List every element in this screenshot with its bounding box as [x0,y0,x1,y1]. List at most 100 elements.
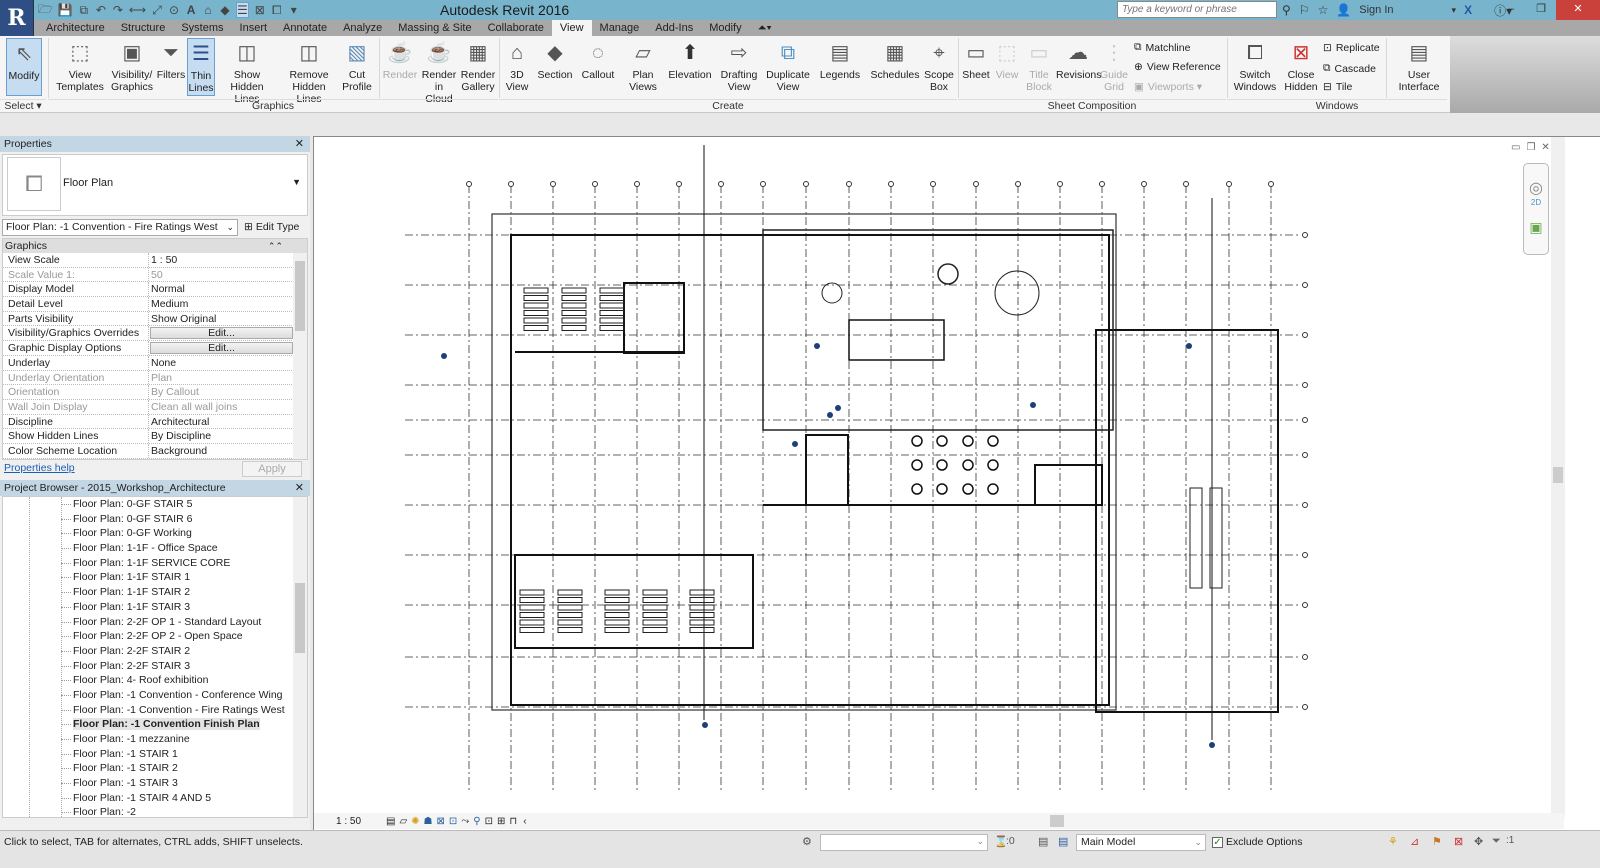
exchange-apps-icon[interactable]: X [1464,3,1472,17]
active-design-option-icon[interactable]: ▤ [1058,835,1068,848]
browser-item[interactable]: Floor Plan: 1-1F - Office Space [3,541,307,556]
scroll-left-icon[interactable]: ‹ [523,816,526,827]
minimize-view-icon[interactable]: ▭ [1511,142,1520,153]
sun-path-icon[interactable]: ✺ [411,816,419,827]
browser-item[interactable]: Floor Plan: -1 mezzanine [3,732,307,747]
close-hidden-button[interactable]: ⊠ Close Hidden [1282,38,1320,96]
detail-level-icon[interactable]: ▤ [386,816,395,827]
edit-type-button[interactable]: ⊞ Edit Type [244,221,299,233]
select-panel-label[interactable]: Select ▾ [0,99,46,112]
worksets-icon[interactable]: ⚙ [802,835,812,848]
browser-item[interactable]: Floor Plan: 0-GF STAIR 5 [3,497,307,512]
filter-icon[interactable]: ⏷ [1492,835,1501,848]
browser-item[interactable]: Floor Plan: -1 Convention Finish Plan [3,717,307,732]
browser-item[interactable]: Floor Plan: 2-2F STAIR 3 [3,659,307,674]
select-underlay-icon[interactable]: ⊿ [1410,835,1419,848]
thin-lines-icon[interactable]: ☰ [236,2,249,18]
property-row[interactable]: Discipline Architectural [3,414,294,430]
duplicate-view-button[interactable]: ⧉ Duplicate View [764,38,812,96]
save-icon[interactable]: 💾 [58,3,73,17]
property-row[interactable]: Underlay None [3,355,294,371]
3d-view-icon[interactable]: ⌂ [202,3,214,17]
property-row[interactable]: Parts Visibility Show Original [3,311,294,327]
property-row[interactable]: Wall Join Display Clean all wall joins [3,399,294,415]
matchline-button[interactable]: ⧉ Matchline [1134,41,1190,54]
tab-add-ins[interactable]: Add-Ins [647,20,701,36]
visual-style-icon[interactable]: ▱ [399,816,407,827]
favorites-icon[interactable]: ☆ [1318,3,1329,17]
property-row[interactable]: Orientation By Callout [3,385,294,400]
crop-view-icon[interactable]: ⊡ [449,816,457,827]
callout-button[interactable]: ◌ Callout [580,38,616,96]
dimension-icon[interactable]: ⤢ [151,3,163,18]
subscription-icon[interactable]: ⚐ [1299,3,1310,17]
close-button[interactable]: ✕ [1556,0,1600,20]
open-icon[interactable]: 🗁 [38,0,53,21]
property-value[interactable]: Normal [149,282,294,296]
zoom-region-icon[interactable]: ▣ [1524,219,1548,236]
property-value[interactable]: Architectural [149,415,294,429]
property-edit-button[interactable]: Edit... [150,327,293,340]
tab-annotate[interactable]: Annotate [275,20,335,36]
chevron-down-icon[interactable]: ▾ [1452,5,1457,16]
property-value[interactable]: Medium [149,297,294,311]
property-row[interactable]: View Scale 1 : 50 [3,253,294,268]
tab-view[interactable]: View [551,20,592,36]
switch-windows-icon[interactable]: ⧠ [271,3,283,18]
temporary-hide-icon[interactable]: ⚲ [473,816,480,827]
close-project-browser-icon[interactable]: ✕ [295,480,304,496]
property-row[interactable]: Scale Value 1: 50 [3,267,294,283]
restore-button[interactable]: ❐ [1526,0,1556,20]
design-options-icon[interactable]: ▤ [1038,835,1048,848]
steering-wheel-icon[interactable]: ◎ [1524,178,1548,198]
property-value[interactable]: None [149,356,294,370]
instance-selector[interactable]: Floor Plan: -1 Convention - Fire Ratings… [2,218,238,236]
user-interface-button[interactable]: ▤ User Interface [1394,38,1444,96]
application-menu-button[interactable]: R [0,0,34,36]
browser-item[interactable]: Floor Plan: 0-GF Working [3,526,307,541]
cut-profile-button[interactable]: ▧ Cut Profile [341,38,373,96]
project-browser-scrollbar[interactable] [293,497,307,817]
redo-icon[interactable]: ↷ [112,3,124,17]
tab-manage[interactable]: Manage [592,20,648,36]
title-block-button[interactable]: ▭ Title Block [1024,38,1054,96]
legends-button[interactable]: ▤ Legends [818,38,862,96]
close-hidden-icon[interactable]: ⊠ [254,3,266,17]
properties-scrollbar[interactable] [293,253,307,459]
browser-item[interactable]: Floor Plan: -1 STAIR 2 [3,761,307,776]
show-hidden-lines-button[interactable]: ◫ Show Hidden Lines [219,38,275,105]
scope-box-button[interactable]: ⌖ Scope Box [922,38,956,96]
select-links-icon[interactable]: ⚘ [1388,835,1398,848]
switch-windows-button[interactable]: ⧠ Switch Windows [1232,38,1278,96]
property-row[interactable]: Graphic Display Options Edit... [3,341,294,356]
browser-item[interactable]: Floor Plan: -1 STAIR 4 AND 5 [3,791,307,806]
tab-collaborate[interactable]: Collaborate [480,20,552,36]
section-icon[interactable]: ◆ [219,3,231,17]
sheet-button[interactable]: ▭ Sheet [962,38,990,96]
browser-item[interactable]: Floor Plan: 2-2F STAIR 2 [3,644,307,659]
design-option-dropdown[interactable]: Main Model ⌄ [1076,834,1206,851]
property-row[interactable]: Detail Level Medium [3,297,294,312]
tab-massing-site[interactable]: Massing & Site [390,20,479,36]
browser-item[interactable]: Floor Plan: 2-2F OP 2 - Open Space [3,629,307,644]
browser-item[interactable]: Floor Plan: -1 Convention - Fire Ratings… [3,703,307,718]
rendering-dialog-icon[interactable]: ⊠ [437,816,445,827]
3d-view-button[interactable]: ⌂ 3D View [503,38,531,96]
replicate-button[interactable]: ⊡ Replicate [1323,42,1380,54]
property-value[interactable]: By Discipline [149,429,294,443]
browser-item[interactable]: Floor Plan: 0-GF STAIR 6 [3,512,307,527]
property-row[interactable]: Visibility/Graphics Overrides Edit... [3,326,294,342]
filters-button[interactable]: ⏷ Filters [156,38,186,96]
tab-structure[interactable]: Structure [113,20,174,36]
minimize-button[interactable]: – [1496,0,1526,20]
apply-button[interactable]: Apply [242,461,302,477]
type-selector[interactable]: ⧠ Floor Plan ▼ [2,154,308,216]
vertical-scrollbar[interactable] [1551,137,1565,817]
viewports-button[interactable]: ▣ Viewports ▾ [1134,81,1202,93]
workset-dropdown[interactable]: ⌄ [820,834,988,851]
browser-item[interactable]: Floor Plan: 1-1F STAIR 2 [3,585,307,600]
close-properties-icon[interactable]: ✕ [295,136,304,152]
property-value[interactable]: Background [149,444,294,458]
analytical-model-icon[interactable]: ⊓ [509,816,517,827]
browser-item[interactable]: Floor Plan: 4- Roof exhibition [3,673,307,688]
